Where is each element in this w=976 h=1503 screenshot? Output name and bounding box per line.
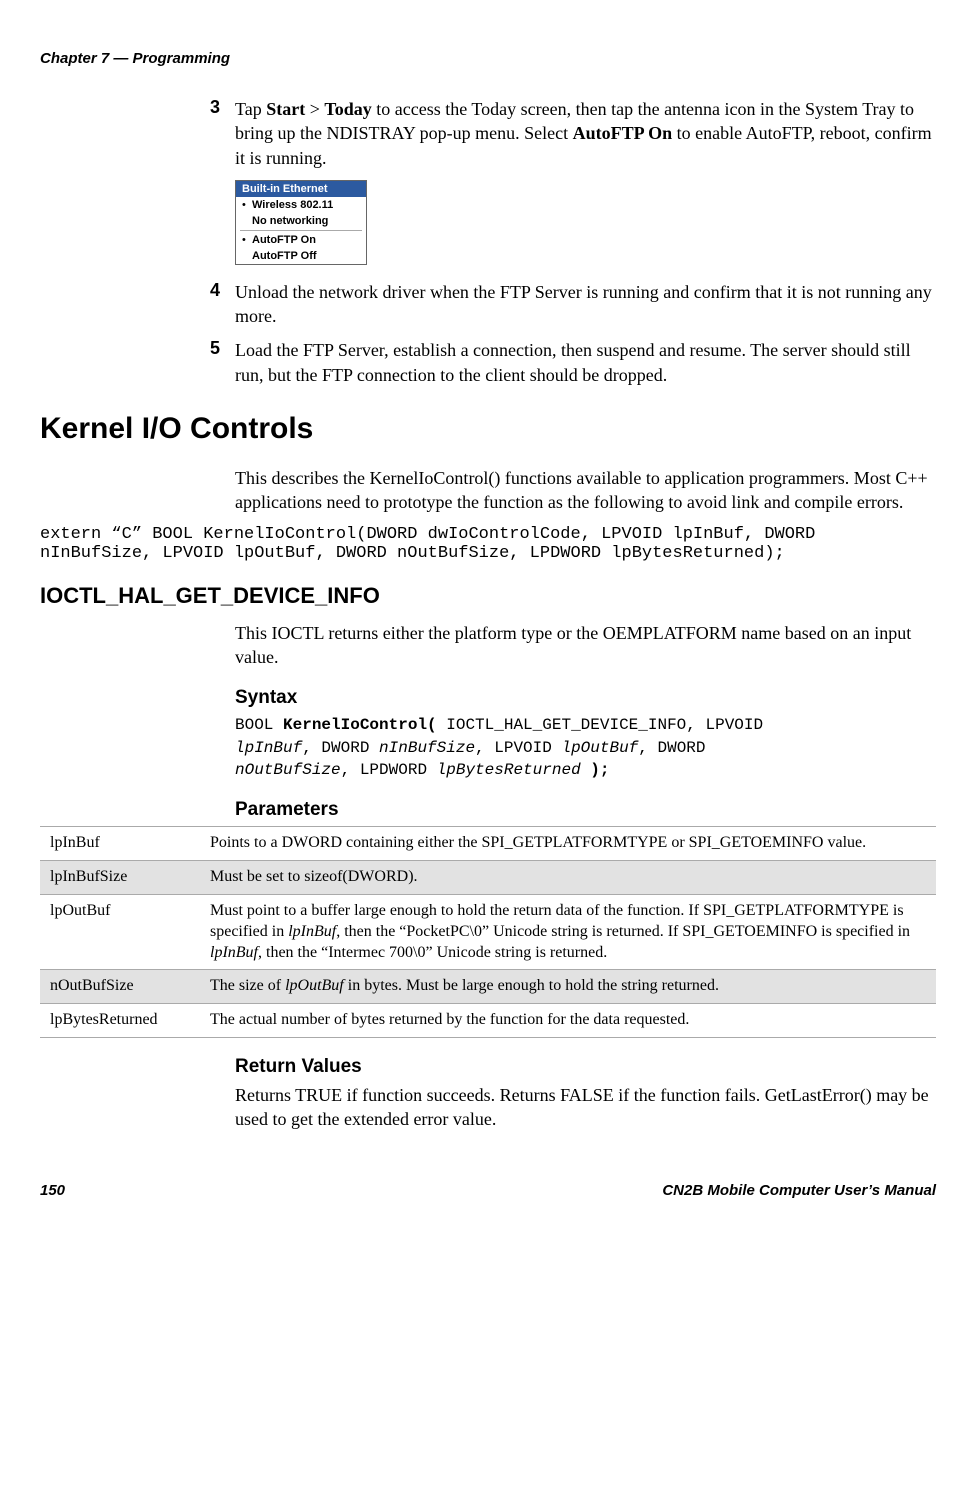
param-name: lpInBufSize [40, 861, 200, 895]
param-desc: The size of lpOutBuf in bytes. Must be l… [200, 970, 936, 1004]
menu-item-wireless: • Wireless 802.11 [236, 197, 366, 213]
syntax-param: lpBytesReturned [437, 761, 581, 779]
syntax-param: lpOutBuf [561, 739, 638, 757]
page-footer: 150 CN2B Mobile Computer User’s Manual [40, 1182, 936, 1199]
menu-item-autoftp-on: • AutoFTP On [236, 232, 366, 248]
kernel-prototype-code: extern “C” BOOL KernelIoControl(DWORD dw… [40, 525, 936, 563]
param-name: lpOutBuf [40, 895, 200, 970]
step-4: 4 Unload the network driver when the FTP… [210, 280, 936, 329]
return-body: Returns TRUE if function succeeds. Retur… [235, 1083, 936, 1132]
step-text: Tap Start > Today to access the Today sc… [235, 97, 936, 170]
menu-label: No networking [252, 215, 328, 227]
syntax-text: IOCTL_HAL_GET_DEVICE_INFO, LPVOID [437, 716, 763, 734]
parameters-table: lpInBuf Points to a DWORD containing eit… [40, 826, 936, 1038]
menu-divider [240, 230, 362, 231]
chapter-header: Chapter 7 — Programming [40, 50, 936, 67]
syntax-code: BOOL KernelIoControl( IOCTL_HAL_GET_DEVI… [235, 714, 936, 781]
syntax-text: , LPDWORD [341, 761, 437, 779]
menu-item-autoftp-off: AutoFTP Off [236, 248, 366, 264]
heading-syntax: Syntax [235, 687, 936, 709]
param-desc: Must be set to sizeof(DWORD). [200, 861, 936, 895]
menu-item-nonetworking: No networking [236, 213, 366, 229]
param-desc: The actual number of bytes returned by t… [200, 1004, 936, 1038]
menu-title: Built-in Ethernet [236, 181, 366, 197]
heading-kernel-io-controls: Kernel I/O Controls [40, 412, 936, 446]
step-5: 5 Load the FTP Server, establish a conne… [210, 338, 936, 387]
syntax-param: lpInBuf [235, 739, 302, 757]
kernel-body: This describes the KernelIoControl() fun… [235, 466, 936, 515]
syntax-text: , DWORD [302, 739, 379, 757]
manual-title: CN2B Mobile Computer User’s Manual [662, 1182, 936, 1199]
step-text: Load the FTP Server, establish a connect… [235, 338, 936, 387]
syntax-param: nOutBufSize [235, 761, 341, 779]
param-desc: Points to a DWORD containing either the … [200, 827, 936, 861]
bullet-icon: • [242, 234, 252, 246]
syntax-text: , DWORD [638, 739, 705, 757]
table-row: lpInBuf Points to a DWORD containing eit… [40, 827, 936, 861]
step-number: 5 [210, 338, 235, 387]
step-number: 4 [210, 280, 235, 329]
heading-return-values: Return Values [235, 1056, 936, 1078]
syntax-param: nInBufSize [379, 739, 475, 757]
menu-label: Wireless 802.11 [252, 199, 333, 211]
syntax-keyword: ); [581, 761, 610, 779]
table-row: lpInBufSize Must be set to sizeof(DWORD)… [40, 861, 936, 895]
step-3: 3 Tap Start > Today to access the Today … [210, 97, 936, 170]
heading-parameters: Parameters [235, 799, 936, 821]
step-number: 3 [210, 97, 235, 170]
page-number: 150 [40, 1182, 65, 1199]
bullet-icon [242, 250, 252, 262]
syntax-text: , LPVOID [475, 739, 561, 757]
bullet-icon [242, 215, 252, 227]
table-row: lpBytesReturned The actual number of byt… [40, 1004, 936, 1038]
step-text: Unload the network driver when the FTP S… [235, 280, 936, 329]
syntax-keyword: KernelIoControl( [283, 716, 437, 734]
ndistray-menu: Built-in Ethernet • Wireless 802.11 No n… [235, 180, 367, 265]
syntax-text: BOOL [235, 716, 283, 734]
param-desc: Must point to a buffer large enough to h… [200, 895, 936, 970]
table-row: nOutBufSize The size of lpOutBuf in byte… [40, 970, 936, 1004]
menu-label: AutoFTP Off [252, 250, 317, 262]
menu-label: AutoFTP On [252, 234, 316, 246]
param-name: lpBytesReturned [40, 1004, 200, 1038]
bullet-icon: • [242, 199, 252, 211]
table-row: lpOutBuf Must point to a buffer large en… [40, 895, 936, 970]
param-name: lpInBuf [40, 827, 200, 861]
param-name: nOutBufSize [40, 970, 200, 1004]
ioctl-body: This IOCTL returns either the platform t… [235, 621, 936, 670]
heading-ioctl: IOCTL_HAL_GET_DEVICE_INFO [40, 583, 936, 609]
